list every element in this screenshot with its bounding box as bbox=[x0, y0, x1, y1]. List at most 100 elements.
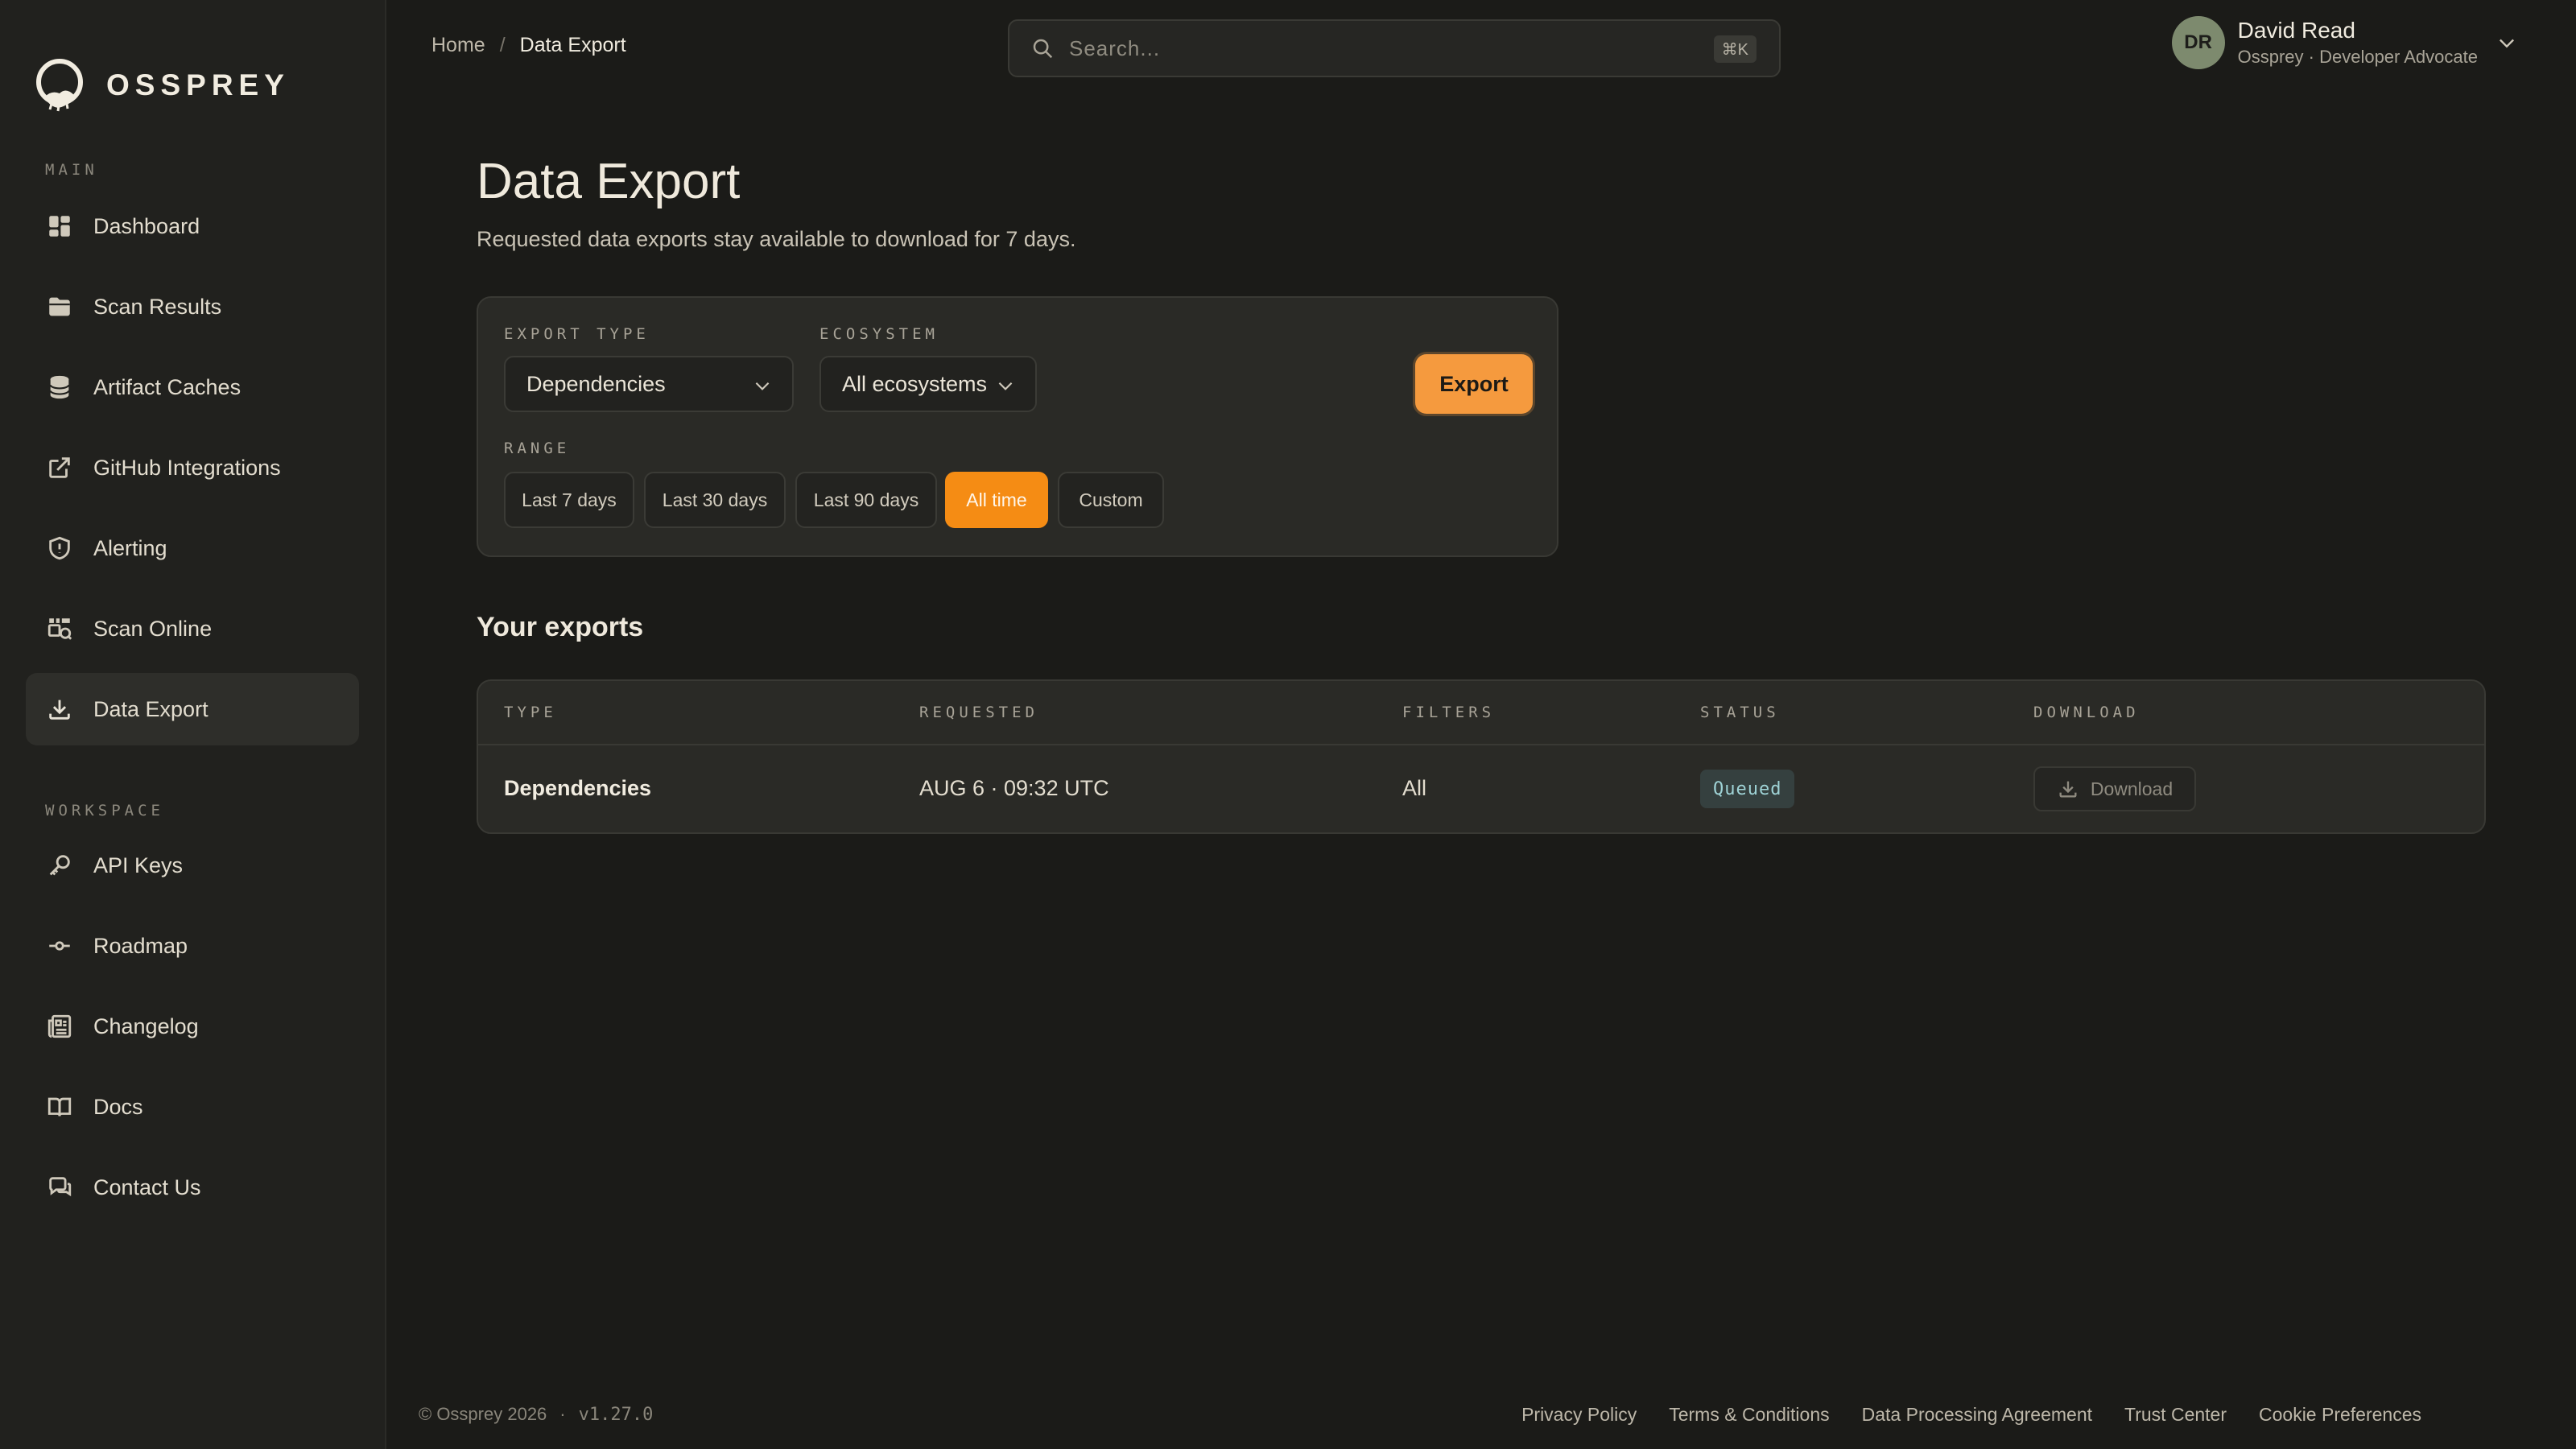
download-button[interactable]: Download bbox=[2033, 766, 2196, 811]
range-custom[interactable]: Custom bbox=[1058, 472, 1164, 528]
status-badge: Queued bbox=[1700, 770, 1795, 808]
sidebar-item-dashboard[interactable]: Dashboard bbox=[26, 190, 359, 262]
nav-section-workspace: WORKSPACE bbox=[45, 802, 164, 819]
changelog-icon bbox=[45, 1012, 74, 1041]
sidebar-item-label: Dashboard bbox=[93, 213, 200, 238]
sidebar-item-changelog[interactable]: Changelog bbox=[26, 990, 359, 1063]
sidebar-item-data-export[interactable]: Data Export bbox=[26, 673, 359, 745]
range-all-time[interactable]: All time bbox=[945, 472, 1048, 528]
download-icon bbox=[45, 695, 74, 724]
chevron-down-icon bbox=[998, 382, 1013, 390]
footer-link-dpa[interactable]: Data Processing Agreement bbox=[1862, 1404, 2092, 1426]
footer-meta: © Ossprey 2026 · v1.27.0 bbox=[419, 1404, 653, 1425]
column-header-status: STATUS bbox=[1700, 704, 1780, 721]
user-info: David Read Ossprey · Developer Advocate bbox=[2238, 18, 2478, 68]
breadcrumb: Home / Data Export bbox=[431, 34, 626, 57]
breadcrumb-separator: / bbox=[499, 34, 506, 56]
sidebar-item-alerting[interactable]: Alerting bbox=[26, 512, 359, 584]
nav-section-main: MAIN bbox=[45, 161, 98, 179]
export-type-label: EXPORT TYPE bbox=[504, 325, 650, 343]
brand-name: OSSPREY bbox=[106, 68, 290, 101]
search-shortcut-badge: ⌘K bbox=[1713, 35, 1757, 63]
ossprey-logo-icon bbox=[36, 59, 83, 112]
exports-table: TYPE REQUESTED FILTERS STATUS DOWNLOAD D… bbox=[477, 679, 2486, 834]
export-type-select[interactable]: Dependencies bbox=[504, 356, 794, 412]
page-subtitle: Requested data exports stay available to… bbox=[477, 227, 1076, 251]
sidebar-item-label: API Keys bbox=[93, 852, 184, 877]
brand[interactable]: OSSPREY bbox=[34, 58, 290, 113]
book-icon bbox=[45, 1092, 74, 1121]
search-icon bbox=[1033, 39, 1053, 59]
folder-icon bbox=[45, 292, 74, 321]
scan-icon bbox=[45, 614, 74, 643]
user-name: David Read bbox=[2237, 18, 2355, 43]
sidebar-item-label: Docs bbox=[93, 1094, 143, 1119]
range-label: RANGE bbox=[504, 440, 571, 457]
sidebar-item-github-integrations[interactable]: GitHub Integrations bbox=[26, 431, 359, 504]
sidebar-item-scan-results[interactable]: Scan Results bbox=[26, 270, 359, 343]
sidebar-item-label: Changelog bbox=[93, 1013, 199, 1038]
roadmap-icon bbox=[45, 931, 74, 960]
range-last-30-days[interactable]: Last 30 days bbox=[644, 472, 786, 528]
key-icon bbox=[45, 851, 74, 880]
footer-link-trust-center[interactable]: Trust Center bbox=[2124, 1404, 2227, 1426]
sidebar-item-label: Data Export bbox=[93, 696, 208, 721]
sidebar-item-docs[interactable]: Docs bbox=[26, 1071, 359, 1143]
column-header-type: TYPE bbox=[504, 704, 557, 721]
footer-links: Privacy Policy Terms & Conditions Data P… bbox=[1521, 1404, 2421, 1426]
sidebar-item-label: Scan Online bbox=[93, 616, 213, 641]
sidebar-item-scan-online[interactable]: Scan Online bbox=[26, 592, 359, 665]
ecosystem-select[interactable]: All ecosystems bbox=[819, 356, 1037, 412]
column-header-requested: REQUESTED bbox=[919, 704, 1038, 721]
external-link-icon bbox=[45, 453, 74, 482]
sidebar-item-roadmap[interactable]: Roadmap bbox=[26, 910, 359, 982]
dashboard-icon bbox=[45, 212, 74, 241]
breadcrumb-home-link[interactable]: Home bbox=[431, 34, 485, 57]
user-role: Ossprey · Developer Advocate bbox=[2237, 47, 2478, 67]
footer-version: v1.27.0 bbox=[578, 1404, 654, 1425]
sidebar-item-artifact-caches[interactable]: Artifact Caches bbox=[26, 351, 359, 423]
search-bar[interactable]: ⌘K bbox=[1008, 19, 1781, 77]
chat-icon bbox=[45, 1173, 74, 1202]
footer-link-privacy-policy[interactable]: Privacy Policy bbox=[1521, 1404, 1637, 1426]
download-icon bbox=[2059, 781, 2077, 798]
search-input[interactable] bbox=[1069, 35, 1681, 61]
filters-cell: All bbox=[1402, 776, 1427, 800]
requested-cell: AUG 6 · 09:32 UTC bbox=[919, 776, 1109, 800]
database-icon bbox=[45, 373, 74, 402]
sidebar-item-label: Contact Us bbox=[93, 1174, 201, 1199]
download-button-label: Download bbox=[2090, 778, 2174, 799]
sidebar-item-label: GitHub Integrations bbox=[93, 455, 281, 480]
export-button[interactable]: Export bbox=[1415, 354, 1533, 414]
exports-section-title: Your exports bbox=[477, 612, 644, 642]
export-form-panel: EXPORT TYPE Dependencies ECOSYSTEM All e… bbox=[477, 296, 1558, 557]
avatar: DR bbox=[2171, 16, 2225, 69]
ecosystem-label: ECOSYSTEM bbox=[819, 325, 939, 343]
sidebar-item-label: Roadmap bbox=[93, 933, 188, 958]
range-last-7-days[interactable]: Last 7 days bbox=[504, 472, 634, 528]
range-last-90-days[interactable]: Last 90 days bbox=[795, 472, 937, 528]
footer-separator: · bbox=[559, 1404, 566, 1424]
footer-link-cookie-preferences[interactable]: Cookie Preferences bbox=[2259, 1404, 2421, 1426]
sidebar-item-contact-us[interactable]: Contact Us bbox=[26, 1151, 359, 1224]
breadcrumb-current: Data Export bbox=[519, 34, 626, 56]
chevron-down-icon[interactable] bbox=[2496, 31, 2518, 54]
user-menu[interactable]: DR David Read Ossprey · Developer Advoca… bbox=[2171, 16, 2518, 69]
sidebar-item-label: Artifact Caches bbox=[93, 374, 242, 399]
page-title: Data Export bbox=[477, 154, 741, 209]
column-header-filters: FILTERS bbox=[1402, 704, 1496, 721]
export-type-cell: Dependencies bbox=[504, 776, 652, 800]
shield-icon bbox=[45, 534, 74, 563]
sidebar: OSSPREY MAIN Dashboard Scan Results Arti… bbox=[0, 0, 386, 1449]
sidebar-item-api-keys[interactable]: API Keys bbox=[26, 829, 359, 902]
chevron-down-icon bbox=[755, 382, 770, 390]
sidebar-item-label: Scan Results bbox=[93, 294, 222, 319]
export-type-value: Dependencies bbox=[526, 371, 666, 396]
column-header-download: DOWNLOAD bbox=[2033, 704, 2140, 721]
footer-link-terms[interactable]: Terms & Conditions bbox=[1669, 1404, 1829, 1426]
app-root: OSSPREY MAIN Dashboard Scan Results Arti… bbox=[0, 0, 2576, 1449]
sidebar-item-label: Alerting bbox=[93, 535, 167, 560]
footer-copyright: © Ossprey 2026 bbox=[419, 1404, 547, 1424]
table-header: TYPE REQUESTED FILTERS STATUS DOWNLOAD bbox=[478, 681, 2484, 745]
table-row: Dependencies AUG 6 · 09:32 UTC All Queue… bbox=[478, 745, 2484, 832]
